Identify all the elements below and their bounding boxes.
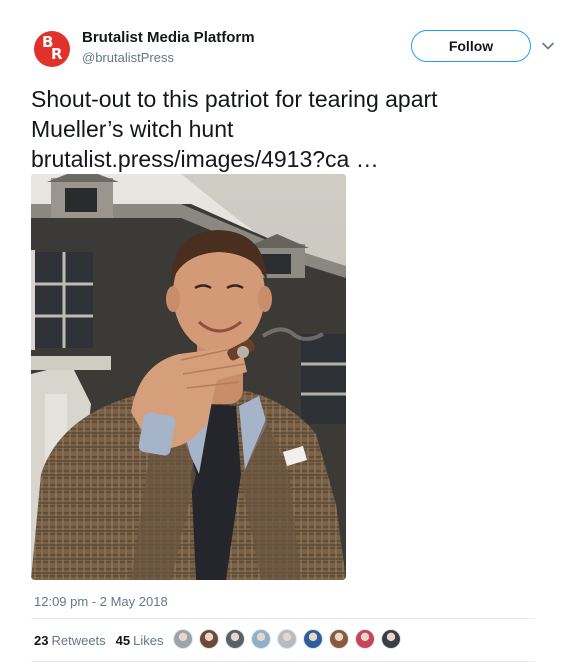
tweet-header: B R Brutalist Media Platform @brutalistP…: [34, 27, 554, 71]
liker-avatar[interactable]: [329, 629, 349, 649]
engagement-stats: 23 Retweets 45 Likes: [34, 625, 174, 655]
liker-avatar[interactable]: [303, 629, 323, 649]
liker-avatar[interactable]: [225, 629, 245, 649]
display-name[interactable]: Brutalist Media Platform: [82, 28, 255, 48]
liker-avatar[interactable]: [277, 629, 297, 649]
retweets-stat[interactable]: 23 Retweets: [34, 633, 106, 648]
retweets-label: Retweets: [51, 632, 106, 648]
divider-bottom: [31, 661, 534, 662]
likes-stat[interactable]: 45 Likes: [116, 633, 164, 648]
follow-button[interactable]: Follow: [411, 30, 531, 62]
tweet-ellipsis: …: [355, 146, 379, 172]
avatar[interactable]: B R: [34, 31, 70, 67]
likes-count: 45: [115, 632, 131, 648]
liker-avatars: [173, 629, 407, 649]
account-handle[interactable]: @brutalistPress: [82, 49, 255, 67]
account-names: Brutalist Media Platform @brutalistPress: [82, 28, 255, 67]
tweet-media-photo[interactable]: [31, 174, 346, 580]
tweet-text-line-3: brutalist.press/images/4913?ca …: [31, 144, 541, 174]
tweet-link[interactable]: brutalist.press/images/4913?ca: [31, 146, 349, 172]
liker-avatar[interactable]: [173, 629, 193, 649]
likes-label: Likes: [133, 632, 164, 648]
chevron-down-icon[interactable]: [541, 39, 555, 53]
divider-top: [31, 618, 534, 619]
liker-avatar[interactable]: [355, 629, 375, 649]
tweet-text: Shout-out to this patriot for tearing ap…: [31, 84, 541, 174]
tweet-text-line-2: Mueller’s witch hunt: [31, 116, 234, 142]
retweets-count: 23: [34, 632, 49, 648]
photo-illustration: [31, 174, 346, 580]
tweet-timestamp[interactable]: 12:09 pm - 2 May 2018: [34, 594, 168, 609]
tweet-text-line-1: Shout-out to this patriot for tearing ap…: [31, 86, 438, 112]
liker-avatar[interactable]: [199, 629, 219, 649]
liker-avatar[interactable]: [251, 629, 271, 649]
liker-avatar[interactable]: [381, 629, 401, 649]
avatar-letter-r: R: [51, 45, 63, 63]
